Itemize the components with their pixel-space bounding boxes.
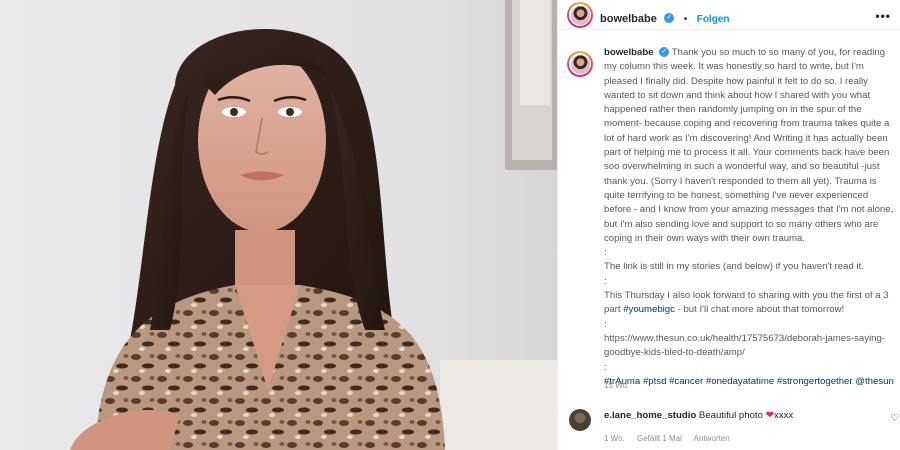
post-image[interactable] bbox=[0, 0, 557, 450]
caption-separator: : bbox=[604, 318, 607, 330]
comment-body: Beautiful photo bbox=[698, 410, 763, 421]
post-sidebar: bowelbabe ✓ • Folgen ••• bowelbabe ✓ Tha… bbox=[557, 0, 900, 450]
hashtag-link[interactable]: #strongertogether bbox=[777, 376, 853, 387]
hashtag-link[interactable]: #youmebigc bbox=[623, 304, 675, 315]
like-heart-icon[interactable]: ♡ bbox=[890, 413, 899, 424]
mention-link[interactable]: @thesun bbox=[855, 376, 894, 387]
portrait-photo bbox=[0, 0, 557, 450]
caption-verified-icon: ✓ bbox=[659, 47, 670, 58]
follow-button[interactable]: Folgen bbox=[697, 14, 730, 25]
hashtag-link[interactable]: #cancer bbox=[669, 376, 703, 387]
caption-link-note: The link is still in my stories (and bel… bbox=[604, 261, 864, 273]
hashtag-link[interactable]: #ptsd bbox=[643, 376, 666, 387]
author-avatar[interactable] bbox=[567, 2, 593, 28]
caption-author-avatar[interactable] bbox=[567, 51, 593, 77]
comment-suffix: xxxx bbox=[773, 410, 794, 421]
comment-timestamp[interactable]: 1 Wo. bbox=[604, 434, 625, 443]
verified-badge-icon: ✓ bbox=[664, 12, 675, 23]
separator-dot: • bbox=[683, 14, 688, 25]
commenter-avatar[interactable] bbox=[569, 409, 591, 431]
author-username[interactable]: bowelbabe bbox=[600, 13, 657, 25]
reply-button[interactable]: Antworten bbox=[694, 434, 730, 443]
caption-separator: : bbox=[604, 275, 607, 287]
hashtag-link[interactable]: #onedayatatime bbox=[706, 376, 774, 387]
comment-likes[interactable]: Gefällt 1 Mal bbox=[637, 434, 682, 443]
comment-meta: 1 Wo. Gefällt 1 Mal Antworten bbox=[604, 434, 740, 443]
red-heart-emoji-icon: ❤ bbox=[765, 410, 774, 421]
comment-item: e.lane_home_studio Beautiful photo ❤xxxx… bbox=[558, 404, 900, 450]
post-header: bowelbabe ✓ • Folgen ••• bbox=[558, 0, 900, 30]
caption-body: Thank you so much to so many of you, for… bbox=[604, 47, 894, 244]
caption-username[interactable]: bowelbabe bbox=[604, 47, 654, 58]
caption-thursday-text-end: - but I'll chat more about that tomorrow… bbox=[674, 304, 845, 316]
caption-text: bowelbabe ✓ Thank you so much to so many… bbox=[604, 46, 894, 389]
comment-text: e.lane_home_studio Beautiful photo ❤xxxx bbox=[604, 410, 793, 421]
post-timestamp[interactable]: 15 Wo. bbox=[604, 381, 629, 390]
commenter-username[interactable]: e.lane_home_studio bbox=[604, 410, 696, 421]
caption-separator: : bbox=[604, 247, 607, 259]
more-options-icon[interactable]: ••• bbox=[875, 9, 891, 23]
article-url[interactable]: https://www.thesun.co.uk/health/17575673… bbox=[604, 332, 894, 361]
caption-separator: : bbox=[604, 361, 607, 373]
